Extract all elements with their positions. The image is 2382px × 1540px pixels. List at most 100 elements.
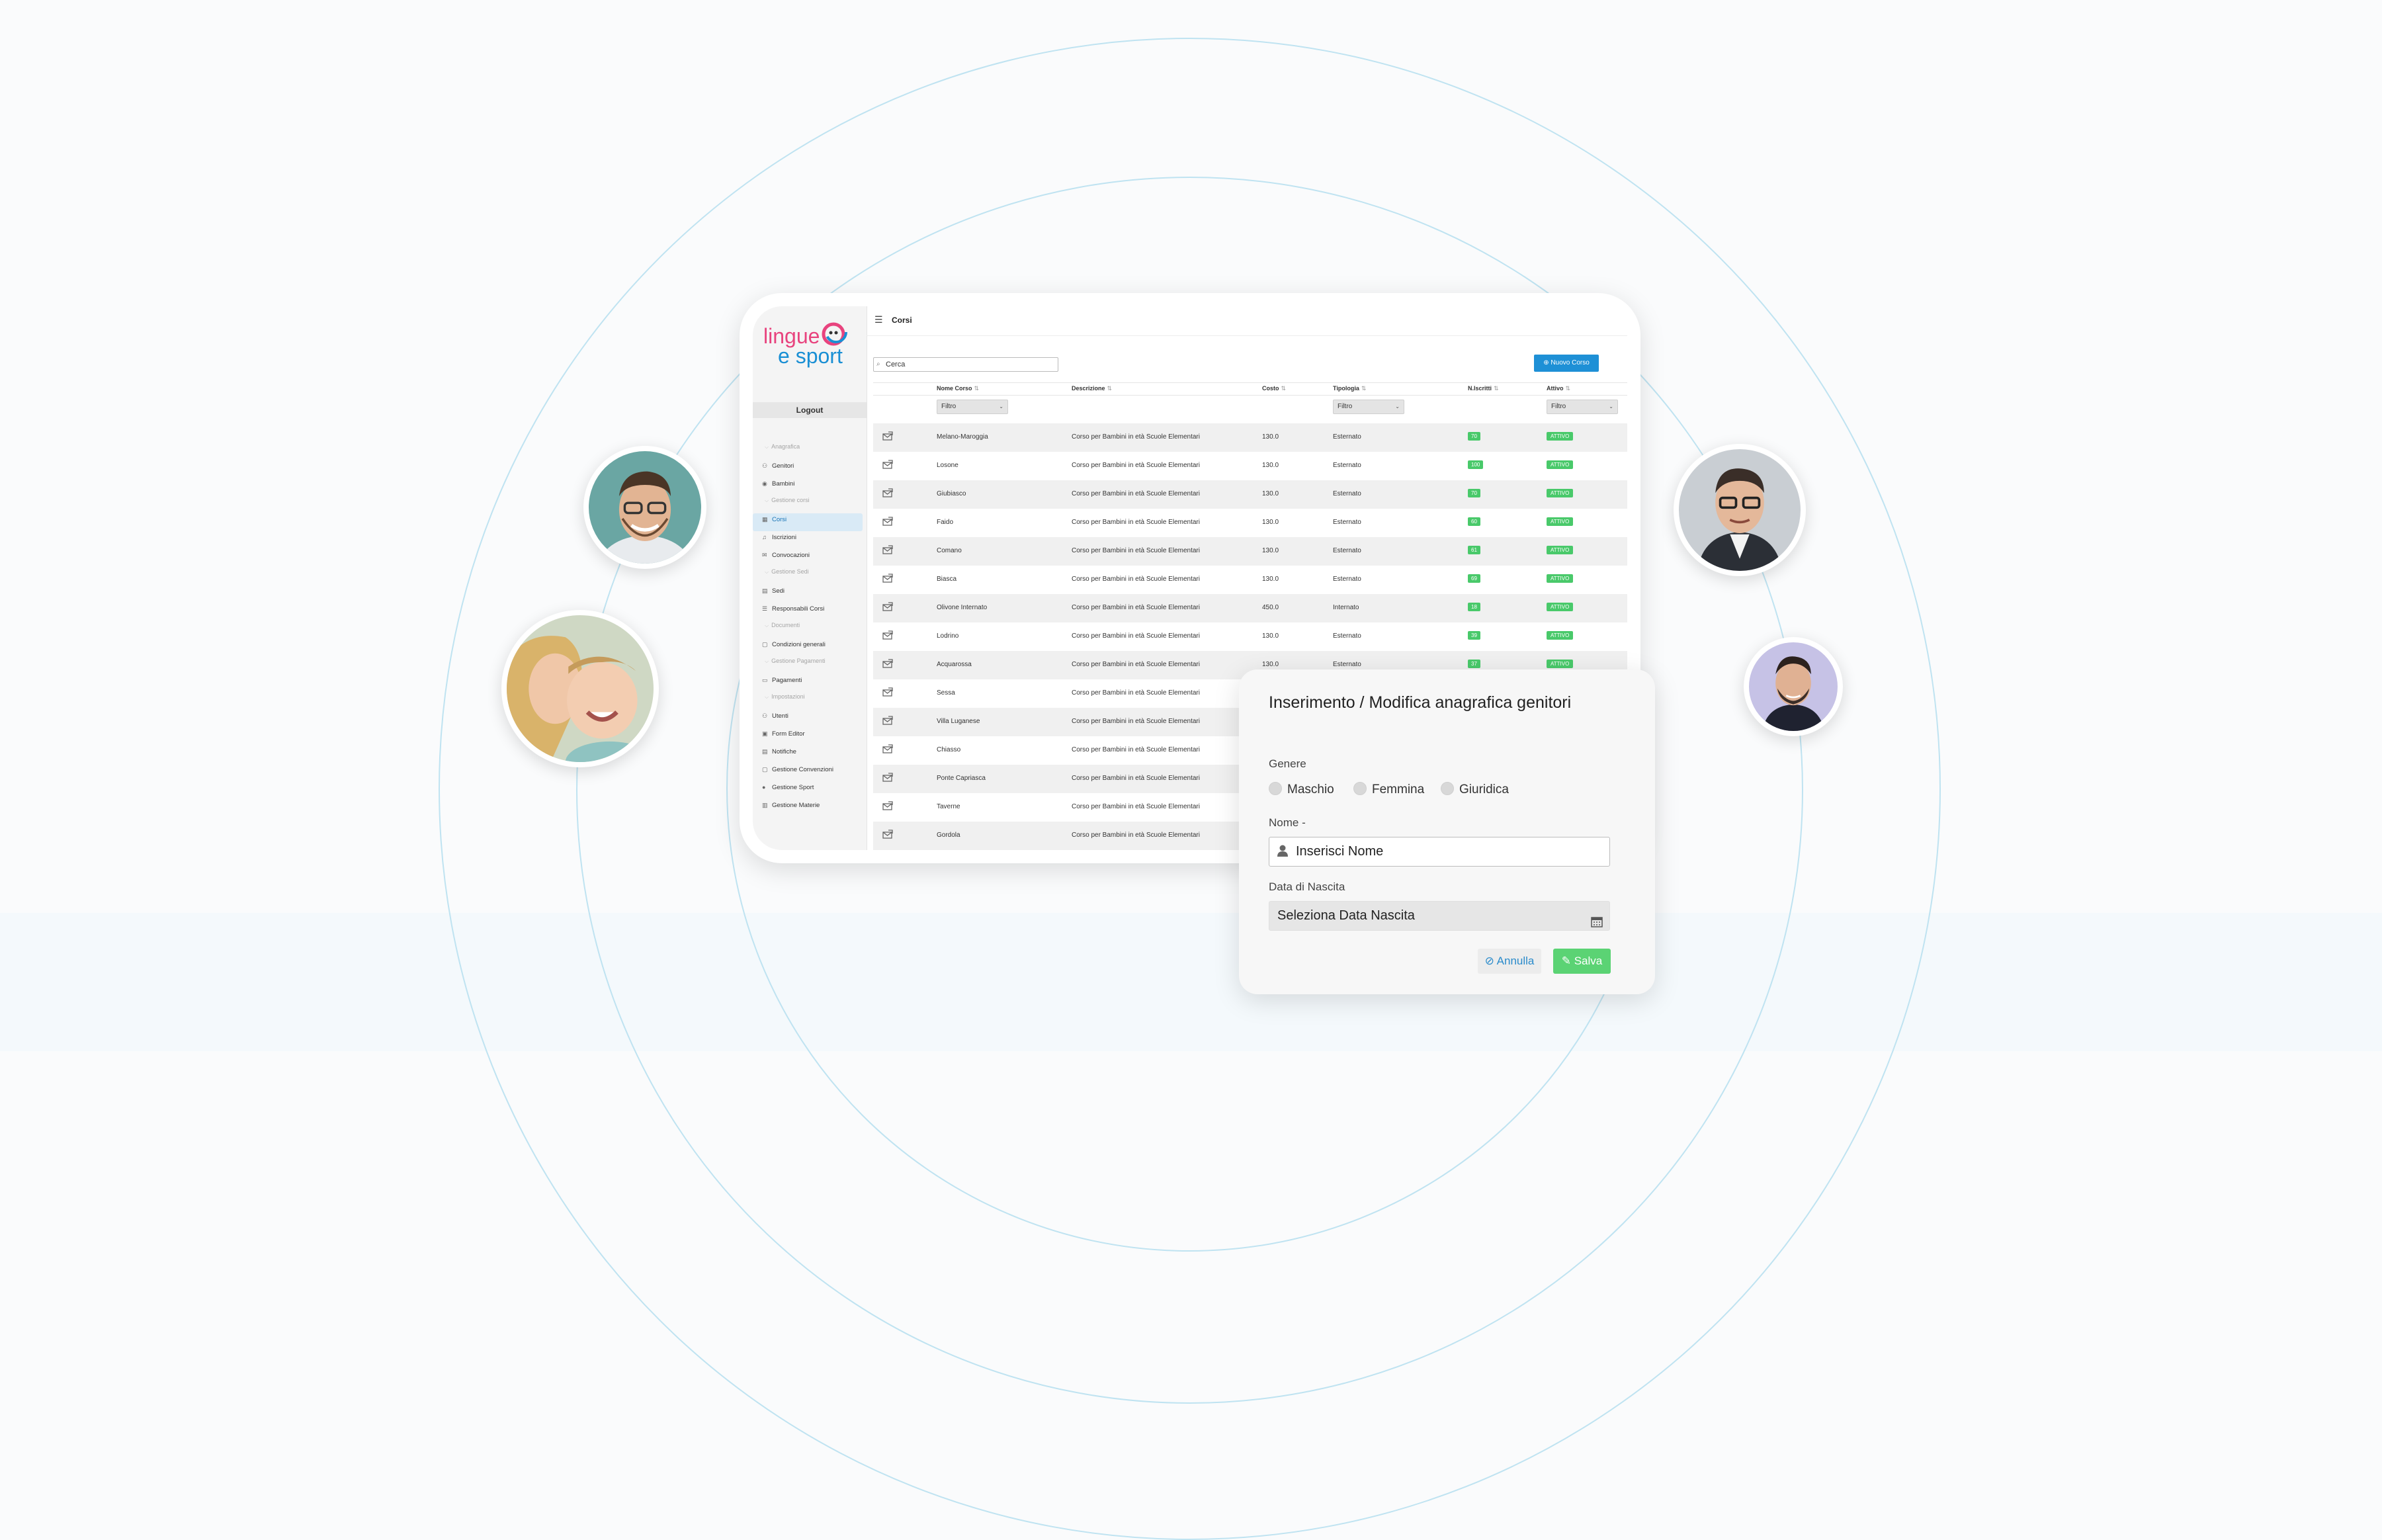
radio-label: Giuridica (1459, 783, 1509, 796)
calendar-icon[interactable] (1591, 910, 1603, 927)
sidebar-item-form-editor[interactable]: ▣ Form Editor (753, 728, 863, 746)
radio-maschio[interactable]: Maschio (1269, 782, 1334, 797)
cell-descrizione: Corso per Bambini in età Scuole Elementa… (1072, 547, 1200, 554)
data-nascita-field[interactable]: Seleziona Data Nascita (1269, 901, 1610, 931)
sidebar-item-notifiche[interactable]: ▤ Notifiche (753, 746, 863, 763)
edit-row-icon[interactable] (882, 716, 893, 725)
cell-tipologia: Esternato (1333, 661, 1361, 668)
sidebar: lingue e sport Logout ⌵ Anagrafica ⚇ Genito… (753, 306, 867, 850)
cell-costo: 130.0 (1262, 632, 1279, 640)
status-badge: ATTIVO (1547, 603, 1574, 611)
cell-descrizione: Corso per Bambini in età Scuole Elementa… (1072, 746, 1200, 753)
sidebar-item-genitori[interactable]: ⚇ Genitori (753, 460, 863, 478)
sidebar-section-label: Impostazioni (771, 693, 805, 700)
enrolled-count-badge: 18 (1468, 603, 1480, 611)
sidebar-item-bambini[interactable]: ◉ Bambini (753, 478, 863, 495)
sidebar-item-responsabili-corsi[interactable]: ☰ Responsabili Corsi (753, 603, 863, 620)
nome-field[interactable]: Inserisci Nome (1269, 837, 1610, 867)
cell-descrizione: Corso per Bambini in età Scuole Elementa… (1072, 689, 1200, 697)
sidebar-item-gestione-convenzioni[interactable]: ▢ Gestione Convenzioni (753, 763, 863, 781)
sidebar-section-header[interactable]: ⌵ Impostazioni (753, 692, 867, 710)
edit-row-icon[interactable] (882, 801, 893, 810)
sidebar-item-sedi[interactable]: ▤ Sedi (753, 585, 863, 603)
cancel-button[interactable]: ⊘ Annulla (1478, 949, 1541, 974)
edit-row-icon[interactable] (882, 460, 893, 469)
radio-label: Maschio (1287, 783, 1334, 796)
sidebar-item-utenti[interactable]: ⚇ Utenti (753, 710, 863, 728)
cell-descrizione: Corso per Bambini in età Scuole Elementa… (1072, 661, 1200, 668)
table-row[interactable]: Faido Corso per Bambini in età Scuole Ele… (873, 509, 1627, 537)
column-header-iscritti[interactable]: N.Iscritti ⇅ (1468, 385, 1499, 392)
sidebar-item-corsi[interactable]: ▦ Corsi (753, 513, 863, 531)
enrolled-count-badge: 69 (1468, 574, 1480, 583)
table-row[interactable]: Biasca Corso per Bambini in età Scuole El… (873, 566, 1627, 594)
new-course-button[interactable]: ⊕ Nuovo Corso (1534, 355, 1599, 372)
sidebar-item-gestione-sport[interactable]: ● Gestione Sport (753, 781, 863, 799)
logout-button[interactable]: Logout (753, 402, 867, 418)
sidebar-item-iscrizioni[interactable]: ♫ Iscrizioni (753, 531, 863, 549)
radio-giuridica[interactable]: Giuridica (1441, 782, 1509, 797)
cell-nome: Losone (937, 462, 958, 469)
save-button[interactable]: ✎ Salva (1553, 949, 1611, 974)
search-input[interactable]: ⌕ Cerca (873, 357, 1058, 372)
column-header-nome[interactable]: Nome Corso ⇅ (937, 385, 979, 392)
sidebar-section-header[interactable]: ⌵ Gestione Pagamenti (753, 656, 867, 674)
cell-nome: Gordola (937, 832, 960, 839)
edit-row-icon[interactable] (882, 545, 893, 554)
form-icon: ▣ (762, 730, 768, 737)
edit-row-icon[interactable] (882, 744, 893, 753)
sidebar-section-header[interactable]: ⌵ Documenti (753, 620, 867, 638)
ball-icon: ● (762, 784, 766, 791)
table-row[interactable]: Giubiasco Corso per Bambini in età Scuole… (873, 480, 1627, 509)
column-header-costo[interactable]: Costo ⇅ (1262, 385, 1286, 392)
table-row[interactable]: Lodrino Corso per Bambini in età Scuole E… (873, 622, 1627, 651)
page-title: Corsi (892, 316, 912, 325)
sidebar-section-label: Anagrafica (771, 443, 800, 450)
filter-attivo[interactable]: Filtro ⌄ (1547, 400, 1618, 414)
sidebar-item-gestione-materie[interactable]: ▥ Gestione Materie (753, 799, 863, 817)
cell-nome: Faido (937, 519, 954, 526)
edit-row-icon[interactable] (882, 630, 893, 640)
sidebar-item-convocazioni[interactable]: ✉ Convocazioni (753, 549, 863, 567)
radio-femmina[interactable]: Femmina (1353, 782, 1424, 797)
sidebar-section-header[interactable]: ⌵ Gestione corsi (753, 495, 867, 513)
enrolled-count-badge: 60 (1468, 517, 1480, 526)
table-row[interactable]: Melano-Maroggia Corso per Bambini in età … (873, 423, 1627, 452)
sidebar-section-header[interactable]: ⌵ Anagrafica (753, 442, 867, 460)
edit-row-icon[interactable] (882, 488, 893, 497)
save-label: Salva (1574, 955, 1603, 967)
edit-row-icon[interactable] (882, 517, 893, 526)
menu-icon[interactable]: ☰ (874, 314, 883, 325)
bell-icon: ♫ (762, 534, 767, 540)
radio-circle (1353, 782, 1367, 795)
lingue-e-sport-logo: lingue e sport (761, 316, 860, 375)
sidebar-item-pagamenti[interactable]: ▭ Pagamenti (753, 674, 863, 692)
sidebar-item-label: Corsi (772, 516, 787, 523)
cell-costo: 130.0 (1262, 433, 1279, 441)
edit-row-icon[interactable] (882, 431, 893, 441)
edit-row-icon[interactable] (882, 773, 893, 782)
table-row[interactable]: Comano Corso per Bambini in età Scuole El… (873, 537, 1627, 566)
radio-label: Femmina (1372, 783, 1425, 796)
sidebar-item-label: Sedi (772, 587, 785, 595)
filter-nome[interactable]: Filtro ⌄ (937, 400, 1008, 414)
sidebar-section-label: Gestione Pagamenti (771, 658, 826, 664)
column-header-tipologia[interactable]: Tipologia ⇅ (1333, 385, 1366, 392)
sidebar-section-header[interactable]: ⌵ Gestione Sedi (753, 567, 867, 585)
new-course-label: Nuovo Corso (1551, 359, 1590, 366)
column-header-label: N.Iscritti (1468, 385, 1492, 392)
edit-row-icon[interactable] (882, 574, 893, 583)
table-row[interactable]: Olivone Internato Corso per Bambini in et… (873, 594, 1627, 622)
edit-row-icon[interactable] (882, 659, 893, 668)
column-header-attivo[interactable]: Attivo ⇅ (1547, 385, 1570, 392)
table-row[interactable]: Losone Corso per Bambini in età Scuole El… (873, 452, 1627, 480)
sidebar-section-label: Documenti (771, 622, 800, 628)
sidebar-item-condizioni-generali[interactable]: ▢ Condizioni generali (753, 638, 863, 656)
edit-row-icon[interactable] (882, 602, 893, 611)
filter-tipologia[interactable]: Filtro ⌄ (1333, 400, 1404, 414)
edit-row-icon[interactable] (882, 687, 893, 697)
status-badge: ATTIVO (1547, 489, 1574, 497)
column-header-descrizione[interactable]: Descrizione ⇅ (1072, 385, 1112, 392)
book-icon: ▥ (762, 802, 768, 808)
edit-row-icon[interactable] (882, 830, 893, 839)
